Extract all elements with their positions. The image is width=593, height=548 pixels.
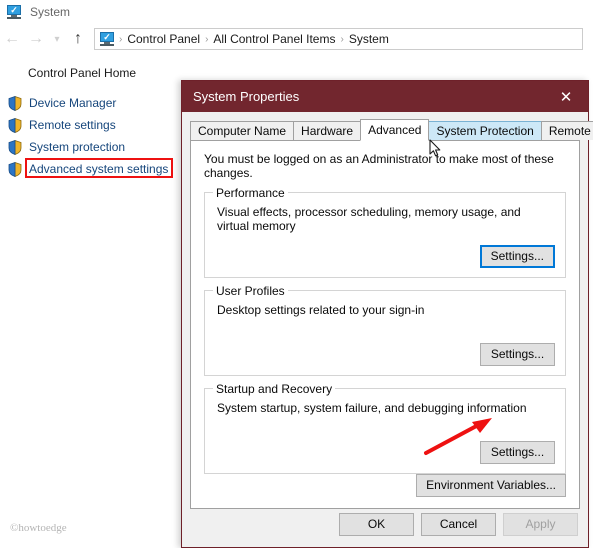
- sidebar-item-label: Remote settings: [29, 118, 116, 132]
- arrow-left-icon[interactable]: ←: [0, 27, 24, 51]
- arrow-right-icon[interactable]: →: [24, 27, 48, 51]
- user-profiles-button-row: Settings...: [480, 343, 555, 366]
- performance-group: Performance Visual effects, processor sc…: [204, 186, 566, 278]
- startup-recovery-button-row: Settings...: [480, 441, 555, 464]
- sidebar-item-system-protection[interactable]: System protection: [0, 136, 180, 158]
- breadcrumb-separator: ›: [205, 33, 209, 45]
- breadcrumb-separator: ›: [119, 33, 123, 45]
- performance-group-title: Performance: [213, 186, 288, 200]
- tab-hardware[interactable]: Hardware: [293, 121, 362, 140]
- environment-variables-row: Environment Variables...: [416, 474, 566, 497]
- user-profiles-group: User Profiles Desktop settings related t…: [204, 284, 566, 376]
- window-titlebar: ✓ System: [0, 0, 593, 24]
- sidebar-item-advanced-system-settings[interactable]: Advanced system settings: [0, 158, 180, 180]
- apply-button: Apply: [503, 513, 578, 536]
- navigation-bar: ← → ▾ ↑ ✓ › Control Panel › All Control …: [0, 24, 593, 54]
- sidebar-item-label: System protection: [29, 140, 126, 154]
- tab-advanced[interactable]: Advanced: [360, 119, 430, 141]
- dialog-tabstrip: Computer Name Hardware Advanced System P…: [190, 119, 593, 141]
- dialog-title: System Properties: [193, 89, 300, 104]
- system-monitor-icon: ✓: [6, 5, 22, 19]
- system-properties-dialog: System Properties ✕ Computer Name Hardwa…: [181, 80, 593, 548]
- startup-recovery-settings-button[interactable]: Settings...: [480, 441, 555, 464]
- sidebar-item-device-manager[interactable]: Device Manager: [0, 92, 180, 114]
- uac-shield-icon: [8, 95, 22, 111]
- sidebar: Control Panel Home Device Manager Remote…: [0, 62, 180, 180]
- environment-variables-button[interactable]: Environment Variables...: [416, 474, 566, 497]
- sidebar-item-control-panel-home[interactable]: Control Panel Home: [0, 62, 180, 84]
- tab-computer-name[interactable]: Computer Name: [190, 121, 295, 140]
- dialog-footer: OK Cancel Apply: [182, 502, 588, 547]
- breadcrumb-separator: ›: [340, 33, 344, 45]
- administrator-note: You must be logged on as an Administrato…: [204, 152, 554, 180]
- breadcrumb-item-system[interactable]: System: [346, 32, 392, 46]
- advanced-tab-page: You must be logged on as an Administrato…: [190, 141, 580, 509]
- ok-button[interactable]: OK: [339, 513, 414, 536]
- breadcrumb[interactable]: ✓ › Control Panel › All Control Panel It…: [94, 28, 583, 50]
- startup-recovery-group: Startup and Recovery System startup, sys…: [204, 382, 566, 474]
- user-profiles-group-title: User Profiles: [213, 284, 288, 298]
- tab-system-protection[interactable]: System Protection: [428, 121, 542, 140]
- close-icon[interactable]: ✕: [544, 81, 588, 112]
- arrow-up-icon[interactable]: ↑: [66, 27, 90, 51]
- sidebar-item-label: Device Manager: [29, 96, 117, 110]
- tab-remote[interactable]: Remote: [540, 121, 593, 140]
- window-title: System: [30, 5, 71, 19]
- uac-shield-icon: [8, 139, 22, 155]
- uac-shield-icon: [8, 161, 22, 177]
- breadcrumb-system-icon: ✓: [99, 32, 115, 46]
- breadcrumb-item-all-control-panel-items[interactable]: All Control Panel Items: [210, 32, 338, 46]
- user-profiles-description: Desktop settings related to your sign-in: [217, 303, 425, 317]
- highlight-box: [25, 158, 173, 178]
- watermark: ©howtoedge: [10, 522, 67, 534]
- startup-recovery-group-title: Startup and Recovery: [213, 382, 336, 396]
- uac-shield-icon: [8, 117, 22, 133]
- performance-description: Visual effects, processor scheduling, me…: [217, 205, 521, 233]
- cancel-button[interactable]: Cancel: [421, 513, 496, 536]
- performance-button-row: Settings...: [479, 245, 555, 268]
- sidebar-item-remote-settings[interactable]: Remote settings: [0, 114, 180, 136]
- chevron-down-icon[interactable]: ▾: [48, 27, 66, 51]
- breadcrumb-item-control-panel[interactable]: Control Panel: [124, 32, 203, 46]
- startup-recovery-description: System startup, system failure, and debu…: [217, 401, 527, 415]
- dialog-titlebar: System Properties ✕: [182, 81, 588, 112]
- performance-settings-button[interactable]: Settings...: [479, 245, 555, 268]
- user-profiles-settings-button[interactable]: Settings...: [480, 343, 555, 366]
